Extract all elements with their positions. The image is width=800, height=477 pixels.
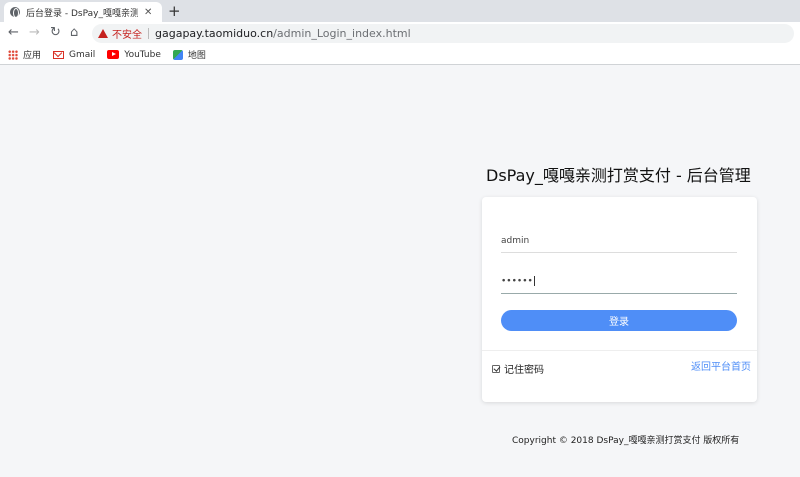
password-value: ••••••	[501, 276, 533, 287]
remember-password[interactable]: 记住密码	[492, 361, 544, 376]
login-button[interactable]: 登录	[501, 310, 737, 331]
bookmark-apps[interactable]: 应用	[8, 48, 41, 61]
remember-checkbox[interactable]	[492, 364, 500, 373]
maps-icon	[172, 49, 183, 60]
warning-icon	[98, 29, 108, 38]
reload-icon[interactable]: ↻	[50, 26, 61, 40]
username-value: admin	[501, 236, 530, 246]
browser-toolbar: ← → ↻ ⌂ 不安全 gagapay.taomiduo.cn/admin_Lo…	[0, 22, 800, 45]
home-icon[interactable]: ⌂	[70, 26, 78, 40]
login-card: admin •••••• 登录 记住密码 返回平台首页	[482, 197, 757, 402]
url-host: gagapay.taomiduo.cn	[155, 27, 274, 40]
password-field[interactable]: ••••••	[501, 276, 737, 294]
apps-grid-icon	[8, 49, 18, 60]
globe-icon	[10, 7, 20, 18]
bookmarks-bar: 应用 Gmail YouTube 地图	[0, 45, 800, 65]
new-tab-button[interactable]: +	[168, 3, 181, 19]
gmail-icon	[53, 50, 65, 59]
bookmark-gmail[interactable]: Gmail	[53, 50, 95, 60]
security-label[interactable]: 不安全	[112, 26, 142, 41]
url-path: /admin_Login_index.html	[273, 27, 411, 40]
remember-label: 记住密码	[504, 365, 544, 376]
browser-tab[interactable]: 后台登录 - DsPay_嘎嘎亲测打赏 ✕	[4, 2, 162, 22]
bookmark-label: YouTube	[124, 49, 161, 60]
copyright-text: Copyright © 2018 DsPay_嘎嘎亲测打赏支付 版权所有	[512, 436, 740, 446]
back-to-home-link[interactable]: 返回平台首页	[691, 358, 751, 373]
bookmark-label: Gmail	[69, 49, 96, 60]
card-divider	[482, 350, 757, 351]
bookmark-label: 地图	[187, 51, 206, 61]
youtube-icon	[107, 50, 120, 59]
close-icon[interactable]: ✕	[144, 7, 152, 18]
page-title: DsPay_嘎嘎亲测打赏支付 - 后台管理	[486, 166, 751, 185]
omnibox-divider	[148, 28, 149, 39]
bookmark-youtube[interactable]: YouTube	[107, 50, 161, 60]
forward-arrow-icon[interactable]: →	[29, 26, 40, 40]
address-bar[interactable]: 不安全 gagapay.taomiduo.cn/admin_Login_inde…	[92, 24, 794, 43]
tab-title: 后台登录 - DsPay_嘎嘎亲测打赏	[26, 8, 138, 19]
tab-strip: 后台登录 - DsPay_嘎嘎亲测打赏 ✕ +	[0, 0, 800, 22]
bookmark-maps[interactable]: 地图	[172, 48, 206, 61]
username-field[interactable]: admin	[501, 236, 737, 253]
text-caret	[533, 276, 535, 286]
back-arrow-icon[interactable]: ←	[8, 26, 19, 40]
bookmark-label: 应用	[23, 51, 42, 61]
